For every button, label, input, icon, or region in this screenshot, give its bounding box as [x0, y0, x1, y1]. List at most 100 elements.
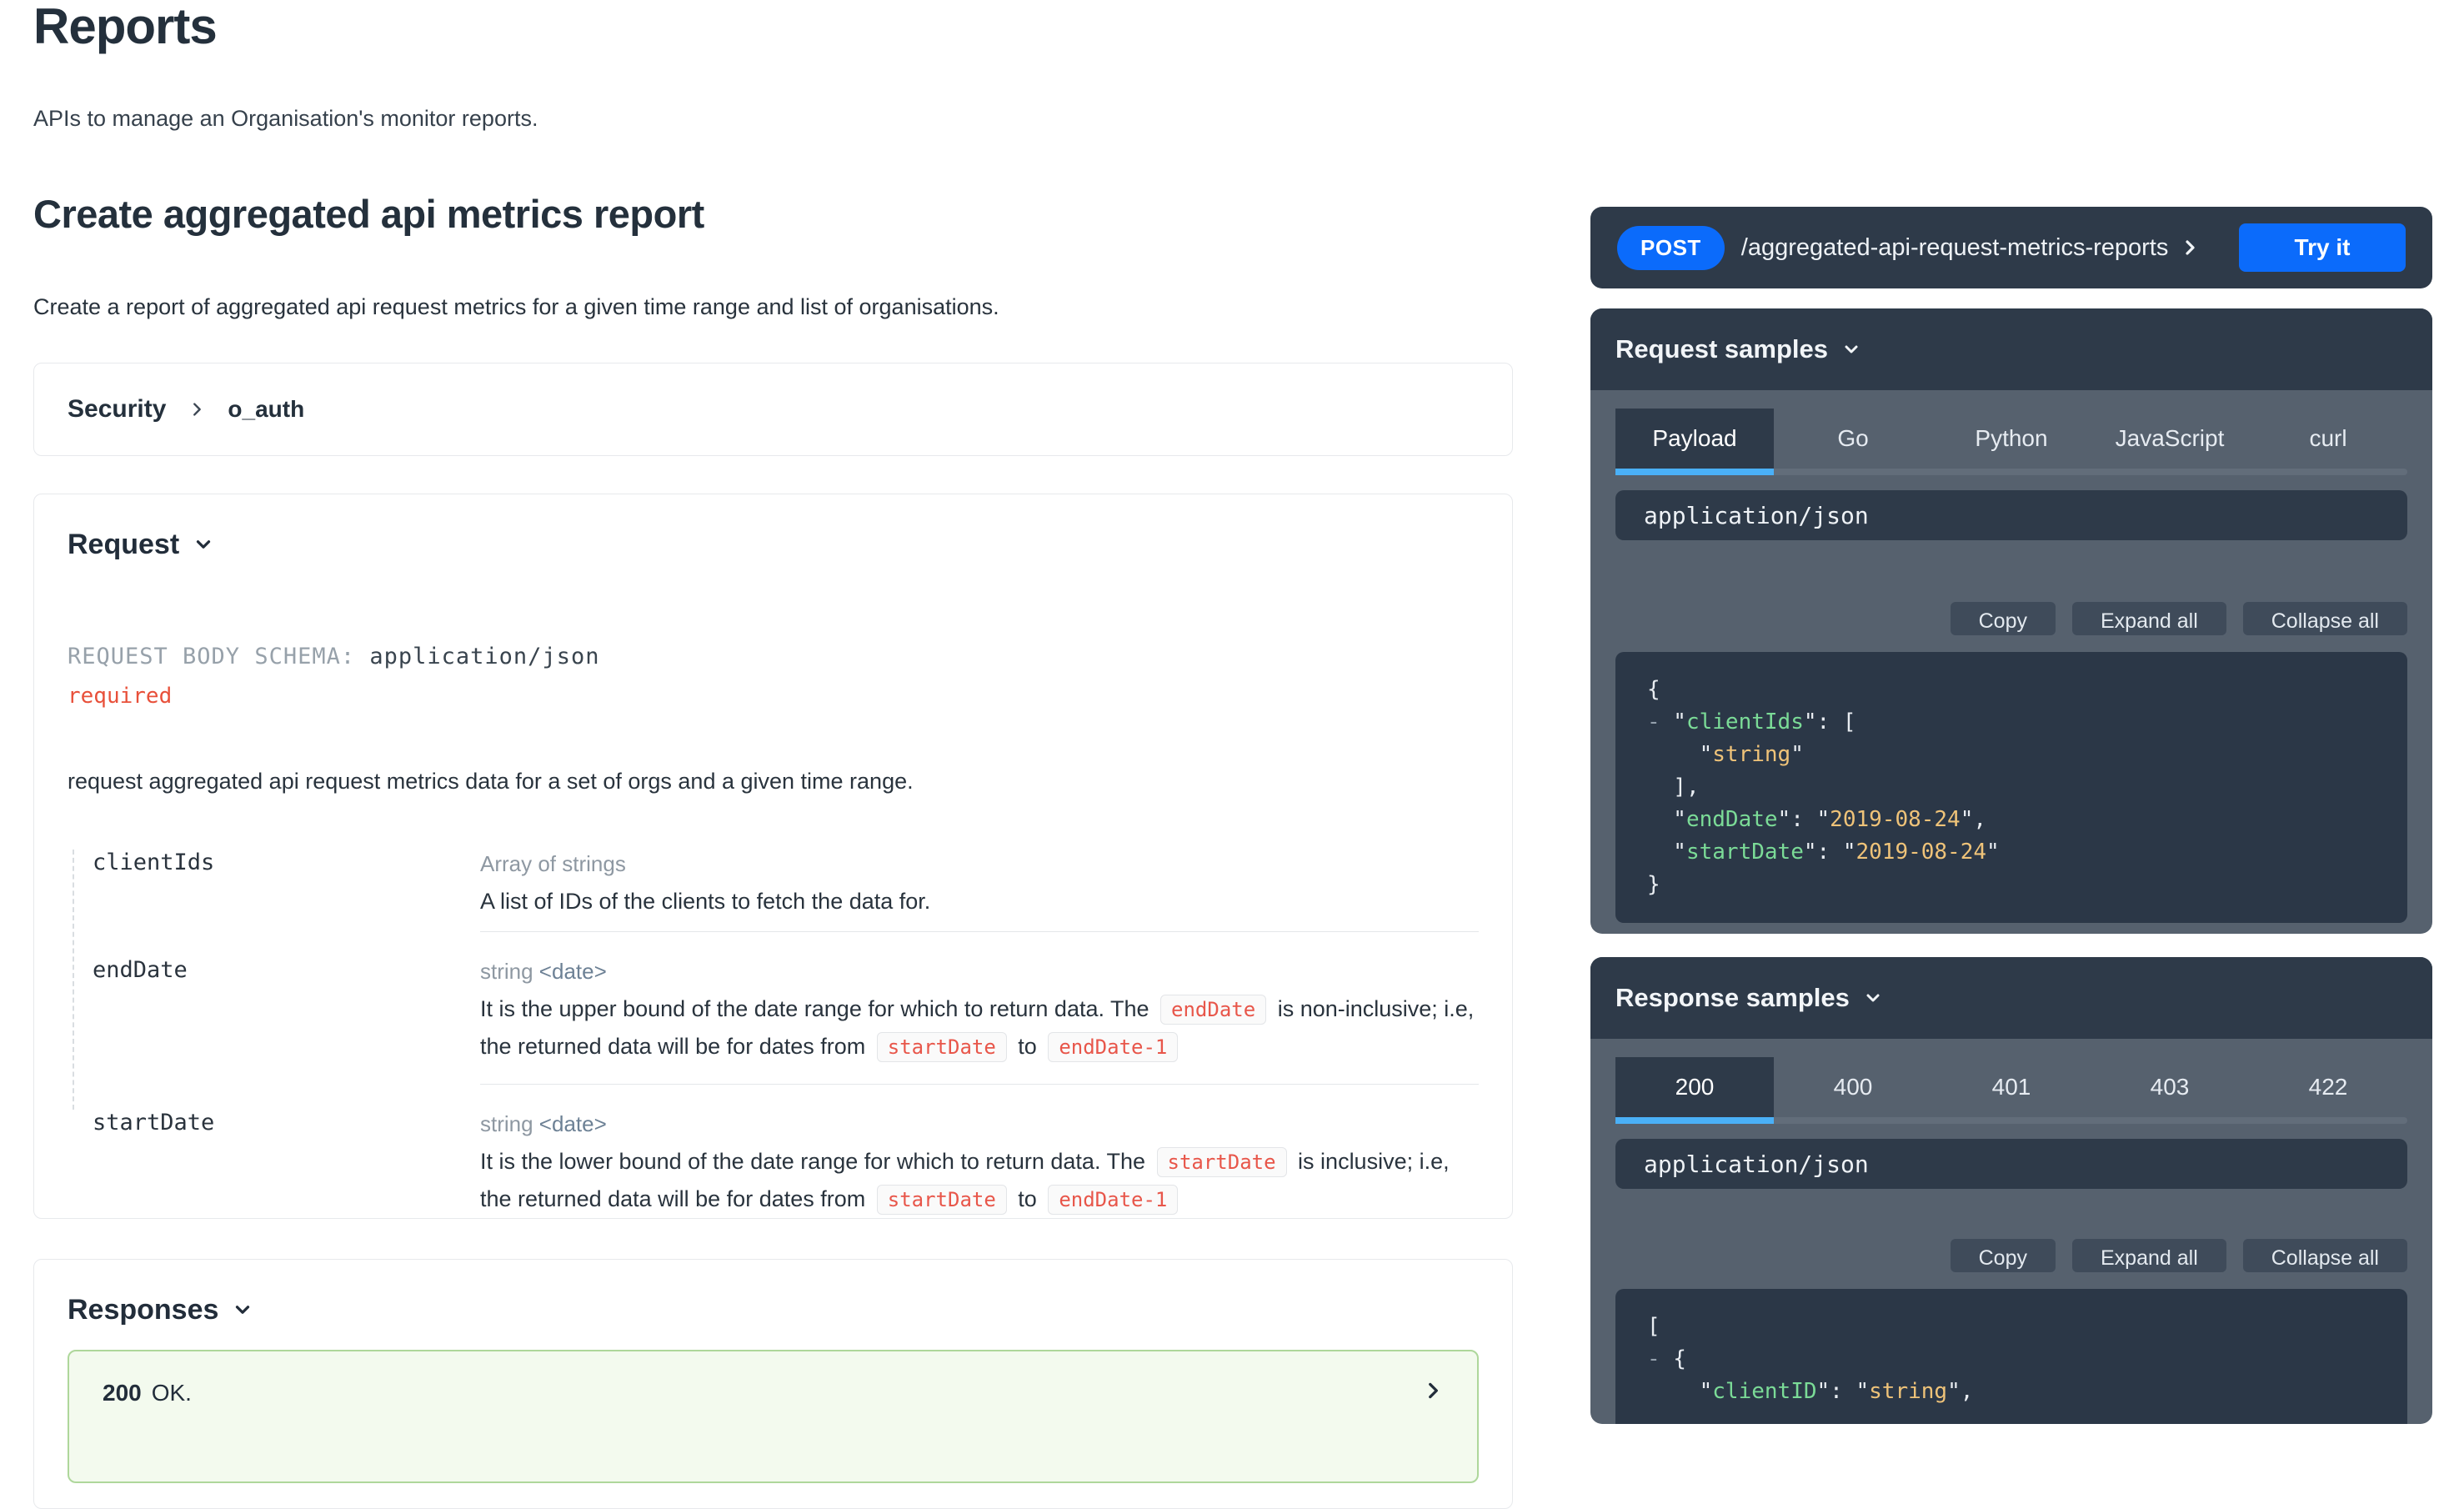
try-it-button[interactable]: Try it: [2239, 223, 2406, 272]
field-description: It is the lower bound of the date range …: [480, 1143, 1479, 1218]
description-text: A list of IDs of the clients to fetch th…: [480, 889, 930, 914]
response-200-row[interactable]: 200 OK.: [68, 1350, 1479, 1483]
chevron-down-icon: [193, 534, 214, 555]
expand-all-button[interactable]: Expand all: [2072, 1239, 2226, 1272]
sample-tab-200[interactable]: 200: [1615, 1057, 1774, 1124]
code-line: - {: [1647, 1343, 2376, 1376]
tab-label: 422: [2249, 1057, 2407, 1117]
operation-title: Create aggregated api metrics report: [33, 188, 704, 240]
field-details: Array of stringsA list of IDs of the cli…: [480, 836, 1479, 932]
json-key: clientIds: [1686, 709, 1804, 734]
description-text: to: [1012, 1186, 1044, 1211]
json-punctuation: ",: [1961, 807, 1986, 832]
code-chip: endDate: [1160, 995, 1266, 1025]
copy-button[interactable]: Copy: [1951, 602, 2056, 635]
sample-tab-curl[interactable]: curl: [2249, 409, 2407, 475]
request-fields-list: clientIdsArray of stringsA list of IDs o…: [68, 836, 1479, 1218]
collapse-all-button[interactable]: Collapse all: [2243, 1239, 2407, 1272]
collapse-toggle[interactable]: -: [1647, 1346, 1660, 1371]
sample-tab-python[interactable]: Python: [1932, 409, 2091, 475]
tab-underline: [1615, 469, 1774, 475]
json-punctuation: {: [1660, 1346, 1686, 1371]
json-key: startDate: [1686, 840, 1804, 865]
chevron-right-icon[interactable]: [2180, 238, 2200, 258]
copy-button[interactable]: Copy: [1951, 1239, 2056, 1272]
response-samples-toggle[interactable]: Response samples: [1590, 957, 2432, 1039]
sample-tab-401[interactable]: 401: [1932, 1057, 2091, 1124]
tab-underline: [2091, 469, 2249, 475]
code-chip: endDate-1: [1048, 1032, 1178, 1062]
responses-heading: Responses: [68, 1291, 218, 1328]
request-section-toggle[interactable]: Request: [68, 526, 1479, 563]
field-description: A list of IDs of the clients to fetch th…: [480, 883, 1479, 920]
tab-underline: [1615, 1117, 1774, 1124]
sample-tab-403[interactable]: 403: [2091, 1057, 2249, 1124]
field-row-startDate: startDate string <date> It is the lower bo…: [68, 1085, 1479, 1218]
code-chip: startDate: [1157, 1147, 1287, 1177]
json-punctuation: {: [1647, 677, 1660, 702]
security-panel[interactable]: Security o_auth: [33, 363, 1513, 456]
code-line: }: [1647, 869, 2376, 901]
code-line: "clientID": "string",: [1647, 1376, 2376, 1408]
request-samples-tabs: PayloadGoPythonJavaScriptcurl: [1615, 409, 2407, 475]
request-samples-toggle[interactable]: Request samples: [1590, 308, 2432, 390]
tab-underline: [1774, 1117, 1932, 1124]
responses-section-card: Responses 200 OK.: [33, 1259, 1513, 1509]
response-content-type-value: application/json: [1644, 1151, 1869, 1178]
code-line: - "clientIds": [: [1647, 706, 2376, 739]
json-punctuation: ": [1647, 1379, 1712, 1404]
json-punctuation: ": [1986, 840, 2000, 865]
code-chip: startDate: [877, 1032, 1007, 1062]
code-line: {: [1647, 674, 2376, 706]
endpoint-path: /aggregated-api-request-metrics-reports: [1741, 234, 2169, 262]
json-punctuation: ": [1647, 807, 1686, 832]
tab-label: Python: [1932, 409, 2091, 469]
json-string: string: [1869, 1379, 1947, 1404]
schema-label: REQUEST BODY SCHEMA:: [68, 644, 355, 669]
tab-label: 403: [2091, 1057, 2249, 1117]
response-code-actions: Copy Expand all Collapse all: [1590, 1239, 2432, 1272]
sample-tab-400[interactable]: 400: [1774, 1057, 1932, 1124]
request-body-description: request aggregated api request metrics d…: [68, 763, 1479, 800]
json-key: endDate: [1686, 807, 1778, 832]
code-chip: endDate-1: [1048, 1185, 1178, 1215]
json-punctuation: [: [1647, 1314, 1660, 1339]
required-flag: required: [68, 683, 1479, 709]
page-title: Reports: [33, 0, 217, 60]
code-line: "startDate": "2019-08-24": [1647, 836, 2376, 869]
description-text: to: [1012, 1034, 1044, 1059]
field-description: It is the upper bound of the date range …: [480, 990, 1479, 1065]
tab-label: Payload: [1615, 409, 1774, 469]
request-content-type-value: application/json: [1644, 502, 1869, 529]
sample-tab-javascript[interactable]: JavaScript: [2091, 409, 2249, 475]
field-details: string <date> It is the lower bound of th…: [480, 1085, 1479, 1218]
request-content-type-select[interactable]: application/json: [1615, 490, 2407, 540]
description-text: It is the upper bound of the date range …: [480, 996, 1155, 1021]
tab-label: curl: [2249, 409, 2407, 469]
code-line: "string": [1647, 739, 2376, 771]
sample-tab-go[interactable]: Go: [1774, 409, 1932, 475]
sample-tab-422[interactable]: 422: [2249, 1057, 2407, 1124]
field-format: <date>: [533, 1111, 607, 1136]
response-code: 200: [103, 1380, 142, 1406]
json-punctuation: ": [1647, 742, 1712, 767]
collapse-toggle[interactable]: -: [1647, 709, 1660, 734]
code-line: ],: [1647, 771, 2376, 804]
json-punctuation: ": [1647, 840, 1686, 865]
json-punctuation: ": [1790, 742, 1804, 767]
json-string: string: [1712, 742, 1790, 767]
responses-section-toggle[interactable]: Responses: [68, 1291, 1479, 1328]
response-content-type-select[interactable]: application/json: [1615, 1139, 2407, 1189]
field-row-clientIds: clientIdsArray of stringsA list of IDs o…: [68, 836, 1479, 932]
response-samples-tabs: 200400401403422: [1615, 1057, 2407, 1124]
response-label: OK.: [152, 1380, 192, 1406]
collapse-all-button[interactable]: Collapse all: [2243, 602, 2407, 635]
sample-tab-payload[interactable]: Payload: [1615, 409, 1774, 475]
request-section-card: Request REQUEST BODY SCHEMA: application…: [33, 494, 1513, 1219]
tab-underline: [1774, 469, 1932, 475]
chevron-right-icon: [188, 400, 206, 419]
security-label: Security: [68, 395, 166, 424]
field-type: string <date>: [480, 1110, 1479, 1138]
page-subtitle: APIs to manage an Organisation's monitor…: [33, 102, 538, 135]
expand-all-button[interactable]: Expand all: [2072, 602, 2226, 635]
